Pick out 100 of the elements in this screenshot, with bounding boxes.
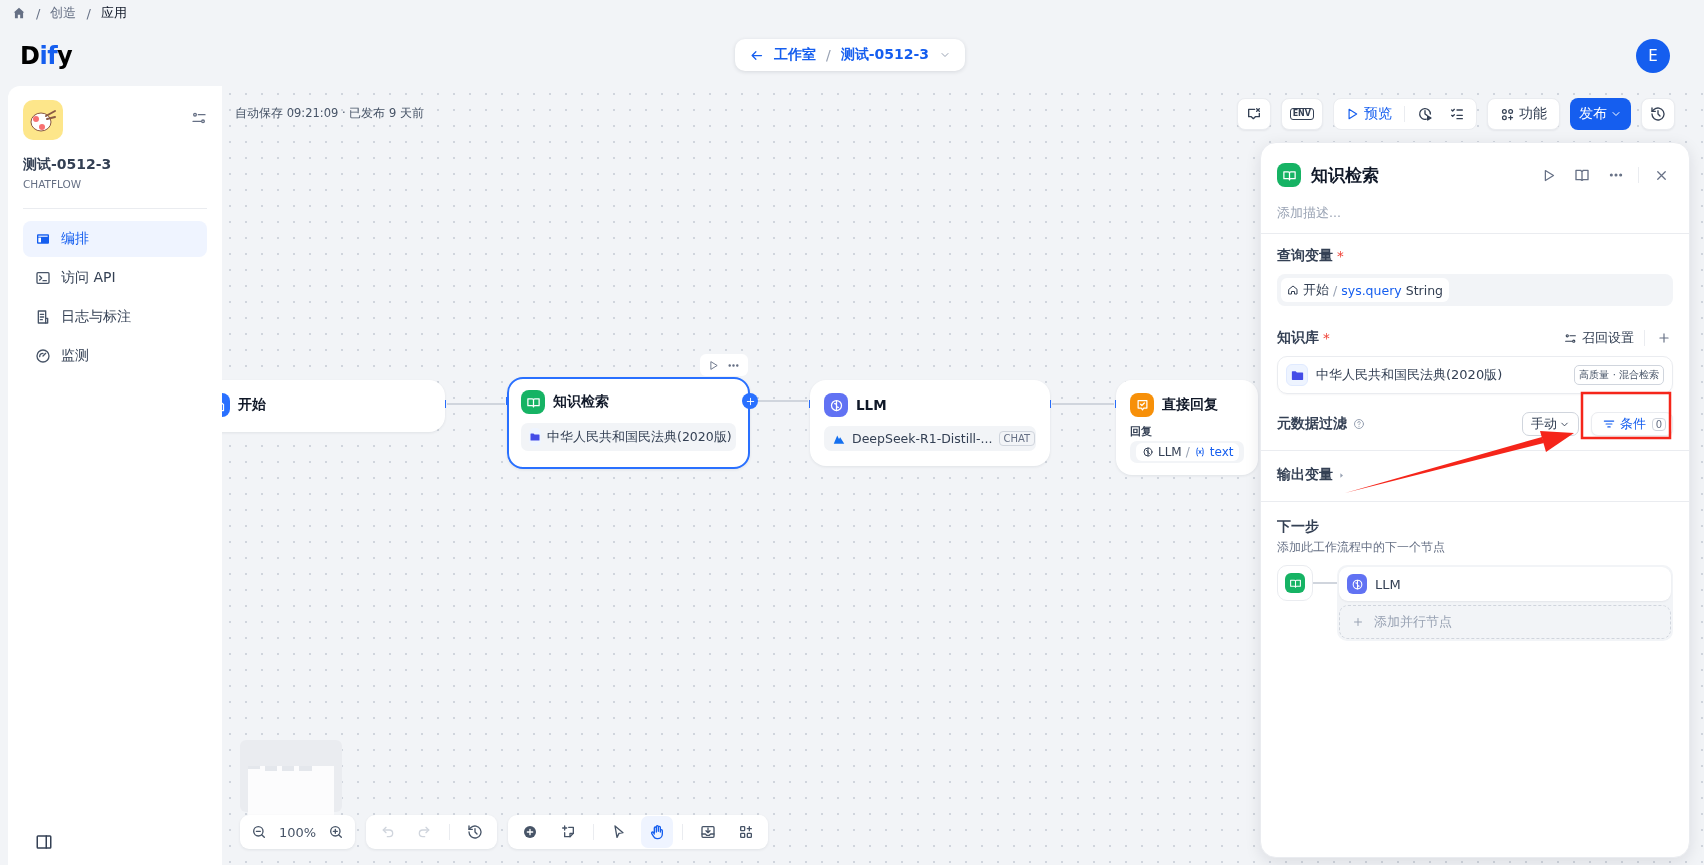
plus-icon — [744, 395, 756, 407]
logo: Dify — [20, 42, 73, 70]
avatar[interactable]: E — [1636, 39, 1670, 73]
workflow-node[interactable]: 知识检索 中华人民共和国民法典(2020版) — [507, 377, 750, 469]
hand-tool[interactable] — [641, 816, 674, 848]
breadcrumb-link[interactable]: 创造 — [50, 4, 77, 22]
separator: / — [826, 47, 831, 63]
settings-button[interactable] — [191, 110, 207, 126]
back-link[interactable]: 工作室 — [774, 46, 816, 64]
description-field[interactable]: 添加描述... — [1277, 201, 1673, 223]
node-title: 直接回复 — [1162, 396, 1218, 414]
document-icon — [35, 309, 51, 325]
plus-icon — [1352, 616, 1364, 628]
variable-field[interactable]: 开始 / sys.query String — [1277, 274, 1673, 306]
section-title: 下一步 — [1277, 518, 1320, 536]
variable-name: text — [1209, 445, 1234, 459]
node-title: LLM — [856, 397, 887, 413]
brain-icon — [1350, 577, 1364, 591]
dataset-name: 中华人民共和国民法典(2020版) — [1316, 366, 1503, 384]
app-icon — [23, 100, 63, 140]
field-label: 回复 — [1130, 424, 1153, 439]
sliders-icon — [191, 110, 207, 126]
image-icon — [700, 824, 717, 840]
minimap-nodes-drawing — [248, 766, 312, 771]
play-icon — [1345, 107, 1359, 121]
zoom-in-icon — [328, 824, 345, 840]
required-mark: * — [1323, 330, 1330, 346]
separator: / — [1333, 282, 1338, 298]
conditions-button[interactable]: 条件 0 — [1590, 412, 1673, 436]
nav-item[interactable]: 日志与标注 — [23, 299, 207, 335]
features-button[interactable]: 功能 — [1487, 98, 1560, 130]
workflow-node[interactable]: LLM DeepSeek-R1-Distill-... CHAT — [810, 380, 1050, 466]
breadcrumb-link[interactable]: 应用 — [100, 4, 127, 22]
layout-icon — [35, 231, 51, 247]
connection-line — [446, 403, 506, 405]
grid-icon — [738, 824, 755, 840]
brain-icon — [828, 397, 844, 413]
variable-name: sys.query — [1341, 282, 1402, 298]
workflow-node[interactable]: 开始 — [222, 380, 445, 432]
nav-item[interactable]: 监测 — [23, 338, 207, 374]
history-icon — [467, 824, 484, 840]
mode-badge: CHAT — [998, 431, 1036, 446]
nav-item[interactable]: 访问 API — [23, 260, 207, 296]
app-title: 测试-0512-3 — [23, 156, 113, 174]
version-history-button[interactable] — [1641, 98, 1675, 130]
message-icon — [1134, 397, 1150, 413]
history-icon — [1650, 106, 1666, 122]
model-name: DeepSeek-R1-Distill-... — [852, 431, 993, 446]
node-title: 开始 — [238, 396, 266, 414]
field-label: 元数据过滤 — [1277, 415, 1347, 433]
node-name: LLM — [1158, 445, 1182, 459]
folder-icon — [529, 431, 541, 443]
separator: / — [1185, 445, 1190, 459]
section-description: 添加此工作流程中的下一个节点 — [1277, 540, 1446, 555]
preview-button[interactable]: 预览 — [1338, 100, 1399, 128]
hand-icon — [649, 824, 666, 840]
app-switcher[interactable]: 工作室 / 测试-0512-3 — [735, 39, 966, 71]
dataset-tag: 高质量 · 混合检索 — [1574, 365, 1664, 385]
connection-line — [1051, 403, 1115, 405]
dataset-card[interactable]: 中华人民共和国民法典(2020版) 高质量 · 混合检索 — [1277, 356, 1673, 394]
filter-icon — [1601, 417, 1616, 431]
workflow-node[interactable]: 直接回复 回复 LLM / text — [1116, 380, 1258, 475]
comment-icon — [1245, 106, 1262, 122]
comment-button[interactable] — [1236, 98, 1271, 130]
help-icon — [1353, 418, 1365, 430]
publish-button[interactable]: 发布 — [1570, 98, 1631, 130]
plus-icon — [1657, 331, 1671, 345]
nav-item[interactable]: 编排 — [23, 221, 207, 257]
next-node-item[interactable]: LLM — [1339, 567, 1671, 601]
grid-icon — [1500, 106, 1515, 122]
sliders-icon — [1564, 331, 1577, 345]
required-mark: * — [1337, 248, 1344, 264]
gauge-icon — [35, 348, 51, 364]
recall-settings-button[interactable]: 召回设置 — [1564, 329, 1634, 347]
node-title: 知识检索 — [553, 393, 609, 411]
add-icon — [522, 824, 539, 840]
section-title: 输出变量 — [1277, 466, 1333, 484]
brain-icon — [1142, 446, 1154, 458]
zoom-level[interactable]: 100% — [277, 824, 319, 840]
node-name: 开始 — [1303, 281, 1329, 299]
variable-type: String — [1405, 282, 1443, 298]
clock-icon — [1417, 106, 1433, 122]
env-button[interactable]: ENV — [1280, 98, 1323, 130]
app-name: 测试-0512-3 — [840, 46, 930, 64]
dataset-name: 中华人民共和国民法典(2020版) — [547, 428, 732, 446]
mode-dropdown[interactable]: 手动 — [1521, 412, 1579, 436]
add-next-button[interactable] — [742, 393, 758, 409]
breadcrumb-separator: / — [36, 5, 41, 21]
app-type: CHATFLOW — [23, 178, 83, 190]
checklist-icon — [1449, 106, 1465, 122]
panel-toggle-icon[interactable] — [35, 833, 53, 851]
note-icon — [560, 824, 577, 840]
variable-icon — [1193, 446, 1206, 458]
field-label: 知识库 — [1277, 329, 1319, 347]
panel-title: 知识检索 — [1311, 163, 1379, 187]
terminal-icon — [35, 270, 51, 286]
zoom-out-icon — [251, 824, 267, 840]
play-icon[interactable] — [708, 359, 719, 371]
field-label: 查询变量 — [1277, 247, 1333, 265]
book-open-icon — [1574, 167, 1590, 183]
